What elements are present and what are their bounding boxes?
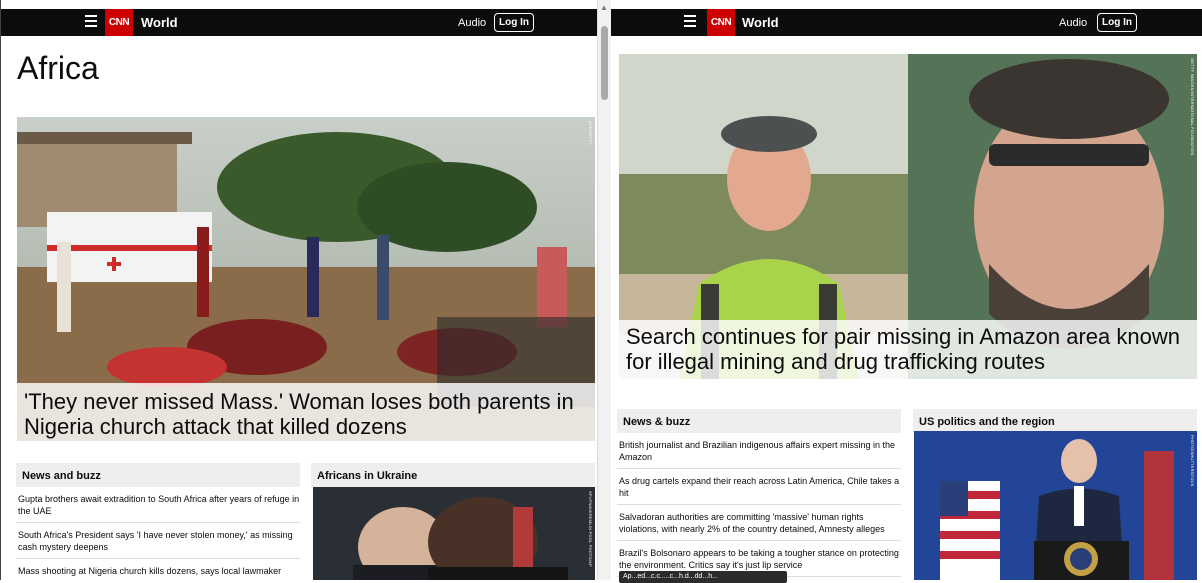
right-browser-pane: CNN World Audio Log In GETTY IMAGES/INTE… bbox=[611, 0, 1202, 580]
photo-credit: PHOTO/SHUTTERSTOCK bbox=[1190, 435, 1195, 487]
us-politics-heading: US politics and the region bbox=[913, 409, 1197, 433]
link-preview-tooltip: Ap...ed...c.c.....c...h.d...dd...h... bbox=[619, 571, 787, 583]
list-item[interactable]: South Africa's President says 'I have ne… bbox=[16, 523, 300, 559]
top-nav-bar: CNN World Audio Log In bbox=[1, 9, 597, 36]
scrollbar-thumb[interactable] bbox=[601, 26, 608, 100]
news-buzz-heading: News and buzz bbox=[16, 463, 300, 487]
photo-credit: AFP/GETTY bbox=[588, 121, 593, 146]
list-item[interactable]: Gupta brothers await extradition to Sout… bbox=[16, 487, 300, 523]
list-item[interactable]: As drug cartels expand their reach acros… bbox=[617, 469, 901, 505]
list-item[interactable]: British journalist and Brazilian indigen… bbox=[617, 433, 901, 469]
vertical-scrollbar[interactable]: ▲ bbox=[597, 0, 611, 580]
hero-headline[interactable]: Search continues for pair missing in Ama… bbox=[619, 320, 1197, 379]
africans-ukraine-heading: Africans in Ukraine bbox=[311, 463, 595, 487]
cnn-logo[interactable]: CNN bbox=[105, 9, 133, 36]
scroll-up-icon[interactable]: ▲ bbox=[600, 3, 608, 12]
audio-link[interactable]: Audio bbox=[458, 17, 486, 29]
ukraine-image bbox=[313, 487, 595, 580]
section-title[interactable]: World bbox=[742, 15, 779, 30]
us-politics-image bbox=[914, 431, 1197, 580]
hero-headline[interactable]: 'They never missed Mass.' Woman loses bo… bbox=[17, 383, 595, 441]
photo-credit: GETTY IMAGES/INTERNATIONAL FOUNDATION bbox=[1190, 58, 1195, 156]
section-title[interactable]: World bbox=[141, 15, 178, 30]
hero-story[interactable]: GETTY IMAGES/INTERNATIONAL FOUNDATION Se… bbox=[619, 54, 1197, 379]
audio-link[interactable]: Audio bbox=[1059, 17, 1087, 29]
hero-story[interactable]: AFP/GETTY 'They never missed Mass.' Woma… bbox=[17, 117, 595, 441]
news-buzz-list: British journalist and Brazilian indigen… bbox=[617, 433, 901, 577]
list-item[interactable]: Salvadoran authorities are committing 'm… bbox=[617, 505, 901, 541]
menu-icon[interactable] bbox=[684, 15, 696, 30]
news-buzz-heading: News & buzz bbox=[617, 409, 901, 433]
photo-credit: SPUTNIK/KREMLIN POOL PHOTO/AP bbox=[588, 491, 593, 567]
list-item[interactable]: Mass shooting at Nigeria church kills do… bbox=[16, 559, 300, 580]
news-buzz-list: Gupta brothers await extradition to Sout… bbox=[16, 487, 300, 580]
top-nav-bar: CNN World Audio Log In bbox=[611, 9, 1202, 36]
login-button[interactable]: Log In bbox=[494, 13, 534, 32]
page-title: Africa bbox=[17, 50, 99, 86]
login-button[interactable]: Log In bbox=[1097, 13, 1137, 32]
cnn-logo[interactable]: CNN bbox=[707, 9, 735, 36]
menu-icon[interactable] bbox=[85, 15, 97, 30]
us-politics-story-image[interactable]: PHOTO/SHUTTERSTOCK bbox=[914, 431, 1197, 580]
ukraine-story-image[interactable]: SPUTNIK/KREMLIN POOL PHOTO/AP bbox=[313, 487, 595, 580]
left-browser-pane: CNN World Audio Log In Africa AFP/GETTY … bbox=[0, 0, 597, 580]
